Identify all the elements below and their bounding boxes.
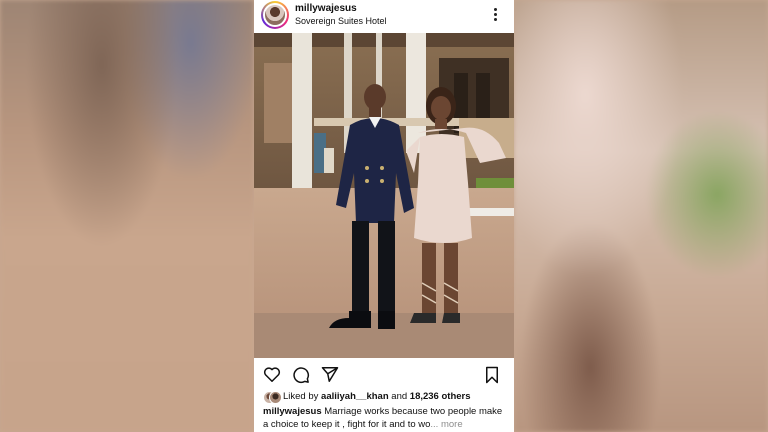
comment-icon[interactable] [292, 366, 310, 384]
post-actions [254, 360, 514, 390]
heart-icon[interactable] [263, 366, 281, 383]
liker-username[interactable]: aaliiyah__khan [321, 391, 389, 402]
blurred-background-right [514, 0, 768, 432]
post-caption: millywajesus Marriage works because two … [263, 405, 509, 431]
likes-summary[interactable]: Liked by aaliiyah__khan and 18,236 other… [263, 390, 508, 404]
more-vertical-icon[interactable] [490, 7, 500, 23]
post-username[interactable]: millywajesus [295, 3, 357, 14]
couple-photo-illustration [254, 33, 514, 358]
post-header: millywajesus Sovereign Suites Hotel [254, 0, 514, 32]
instagram-post: millywajesus Sovereign Suites Hotel Like… [254, 0, 514, 432]
caption-more-link[interactable]: more [441, 419, 463, 430]
caption-ellipsis: ... [430, 419, 439, 430]
bookmark-icon[interactable] [484, 366, 500, 384]
caption-username[interactable]: millywajesus [263, 406, 322, 417]
blurred-background-left [0, 0, 254, 432]
post-photo[interactable] [254, 33, 514, 358]
profile-avatar[interactable] [261, 1, 289, 29]
likes-count[interactable]: 18,236 others [410, 391, 471, 402]
avatar-photo [265, 5, 285, 25]
likes-joiner: and [391, 391, 408, 402]
post-location[interactable]: Sovereign Suites Hotel [295, 16, 387, 26]
likes-prefix: Liked by [283, 391, 319, 402]
liker-avatar [269, 391, 282, 404]
send-icon[interactable] [321, 366, 339, 383]
